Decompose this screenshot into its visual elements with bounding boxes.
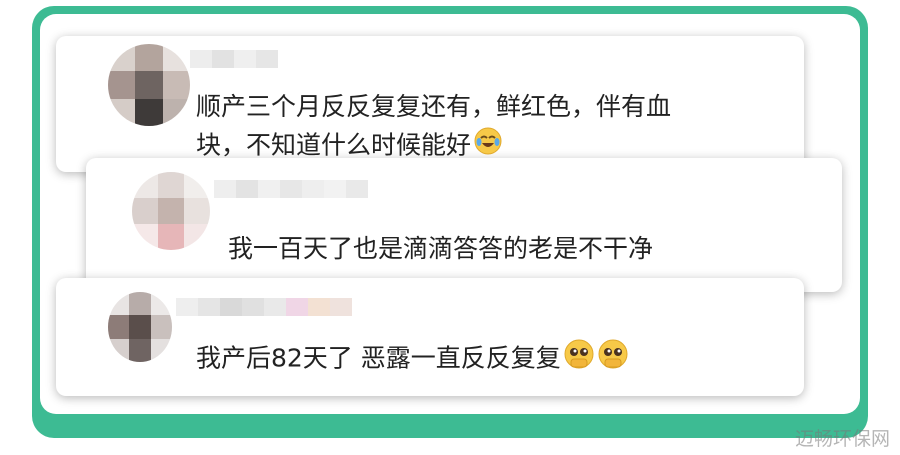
comment-text-1: 顺产三个月反反复复还有，鲜红色，伴有血 块，不知道什么时候能好 bbox=[196, 88, 671, 167]
avatar-pixelated bbox=[132, 172, 210, 250]
username-blurred bbox=[214, 180, 368, 198]
comment-1-line-2: 块，不知道什么时候能好 bbox=[196, 130, 472, 160]
avatar-pixelated bbox=[108, 292, 172, 362]
pleading-face-emoji-icon bbox=[597, 338, 629, 381]
site-watermark: 迈畅环保网 bbox=[794, 428, 890, 450]
pleading-face-emoji-icon bbox=[563, 338, 595, 381]
username-blurred bbox=[176, 298, 352, 316]
username-blurred bbox=[190, 50, 278, 68]
comment-1-line-1: 顺产三个月反反复复还有，鲜红色，伴有血 bbox=[196, 92, 672, 121]
comment-3-text: 我产后82天了 恶露一直反反复复 bbox=[196, 343, 561, 373]
crying-laughing-emoji-icon bbox=[473, 126, 503, 167]
avatar-pixelated bbox=[108, 44, 190, 126]
comment-text-2: 我一百天了也是滴滴答答的老是不干净 bbox=[228, 234, 654, 263]
comment-text-3: 我产后82天了 恶露一直反反复复 bbox=[196, 338, 629, 381]
